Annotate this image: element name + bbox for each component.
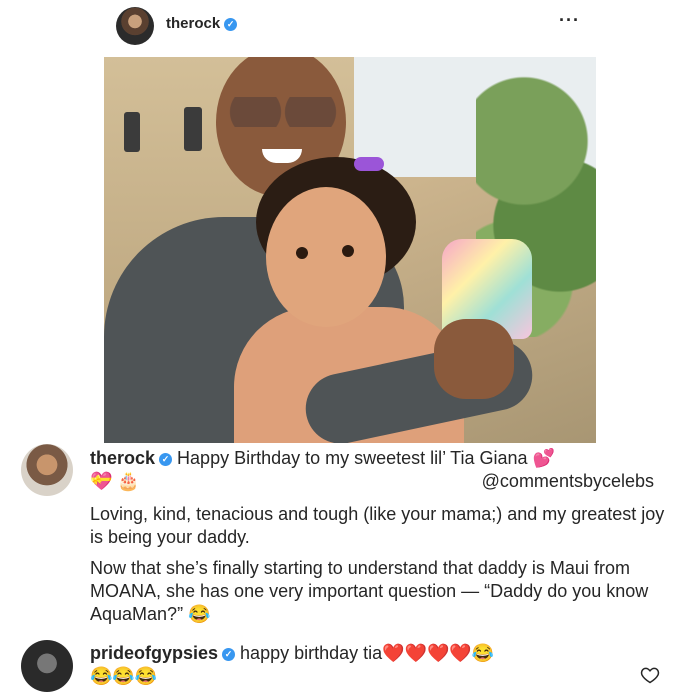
reply-comment: prideofgypsies ✓ happy birthday tia❤️❤️❤️…	[0, 640, 700, 700]
photo-eye	[342, 245, 354, 257]
reply-line2: 😂😂😂	[90, 666, 158, 686]
caption-paragraph: Now that she’s finally starting to under…	[90, 558, 649, 624]
caption-text: therock ✓ Happy Birthday to my sweetest l…	[90, 447, 670, 634]
caption-paragraph: Loving, kind, tenacious and tough (like …	[90, 504, 665, 547]
reply-username[interactable]: prideofgypsies	[90, 643, 218, 663]
photo-lamp	[184, 107, 202, 151]
caption-line1: Happy Birthday to my sweetest lil’ Tia G…	[177, 448, 555, 468]
photo-lamp	[124, 112, 140, 152]
avatar[interactable]	[116, 7, 154, 45]
photo-girl-face	[266, 187, 386, 327]
photo-sunglasses	[228, 97, 338, 127]
caption-line2: 💝 🎂	[90, 471, 140, 491]
verified-icon: ✓	[224, 17, 238, 31]
reply-text: prideofgypsies ✓ happy birthday tia❤️❤️❤️…	[90, 642, 670, 688]
verified-icon: ✓	[159, 452, 173, 466]
photo-man-hand	[434, 319, 514, 399]
comment-username[interactable]: therock	[90, 448, 155, 468]
post-header: therock ✓ ···	[0, 0, 700, 52]
avatar[interactable]	[21, 444, 73, 496]
more-options-icon[interactable]: ···	[559, 10, 580, 31]
watermark-handle: @commentsbycelebs	[481, 471, 654, 491]
caption-comment: therock ✓ Happy Birthday to my sweetest l…	[0, 444, 700, 644]
header-username[interactable]: therock ✓	[166, 15, 238, 32]
verified-icon: ✓	[222, 647, 236, 661]
heart-icon[interactable]	[640, 665, 660, 685]
post-photo[interactable]	[104, 57, 596, 443]
photo-hair-bow	[354, 157, 384, 171]
photo-eye	[296, 247, 308, 259]
reply-line1: happy birthday tia❤️❤️❤️❤️😂	[240, 643, 495, 663]
avatar[interactable]	[21, 640, 73, 692]
